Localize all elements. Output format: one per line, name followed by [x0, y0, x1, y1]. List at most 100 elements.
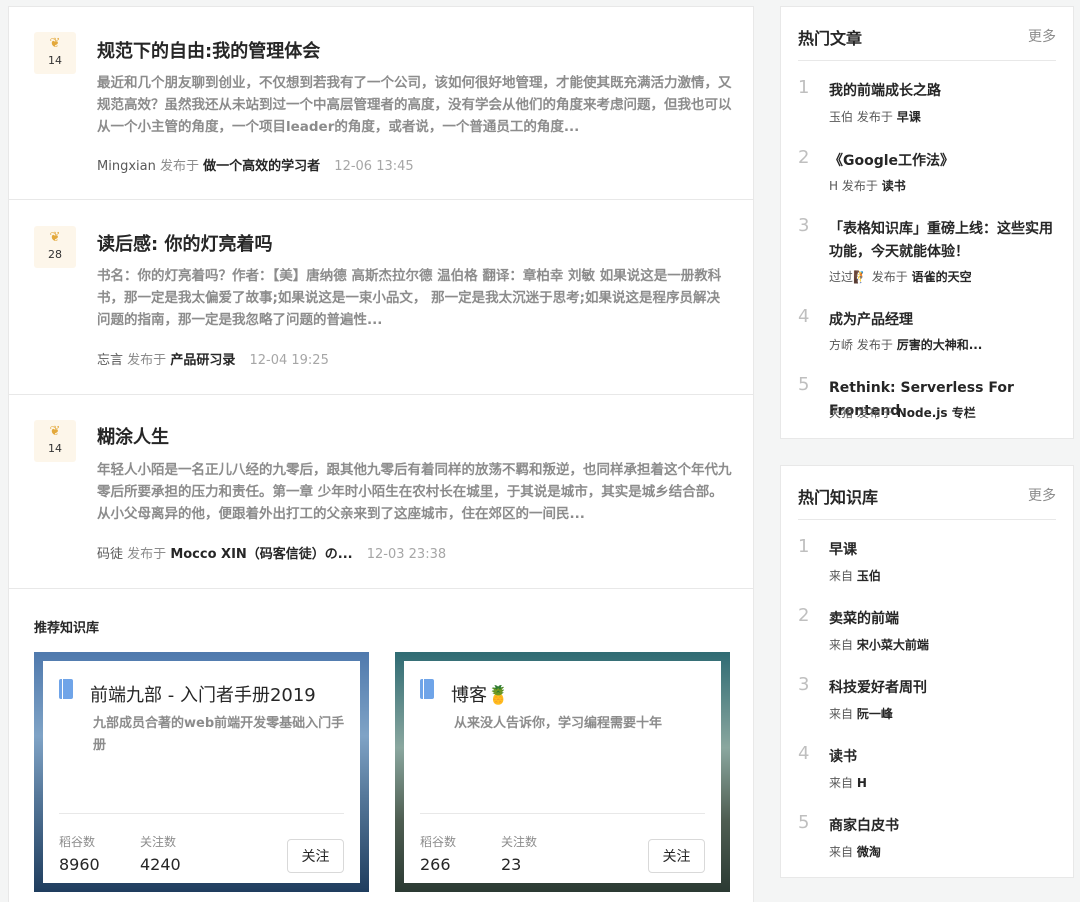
article-meta: 码徒 发布于 Mocco XIN（码客信徒）の... 12-03 23:38	[97, 543, 446, 562]
divider	[420, 813, 705, 814]
follow-button[interactable]: 关注	[287, 839, 344, 873]
article-time: 12-04 19:25	[249, 353, 329, 368]
like-button[interactable]: ❦ 14	[34, 32, 76, 74]
item-via: 来自	[829, 845, 854, 859]
wheat-icon: ❦	[49, 424, 61, 439]
item-source[interactable]: 玉伯	[857, 569, 881, 583]
rank-number: 1	[798, 77, 810, 98]
item-via: 来自	[829, 569, 854, 583]
published-in-label: 发布于	[159, 159, 199, 174]
item-source[interactable]: 早课	[897, 110, 921, 124]
item-author[interactable]: 天猪	[829, 406, 853, 420]
article-feed: ❦ 14 规范下的自由:我的管理体会 最近和几个朋友聊到创业，不仅想到若我有了一…	[8, 6, 754, 902]
knowledge-card[interactable]: 前端九部 - 入门者手册2019 九部成员合著的web前端开发零基础入门手册 稻…	[34, 652, 369, 892]
article-summary: 最近和几个朋友聊到创业，不仅想到若我有了一个公司，该如何很好地管理，才能使其既充…	[97, 75, 732, 135]
item-source[interactable]: 读书	[882, 179, 906, 193]
item-meta: 方峤 发布于 厉害的大神和...	[829, 336, 982, 353]
hot-articles-panel: 热门文章 更多 1 我的前端成长之路 玉伯 发布于 早课 2 《Google工作…	[780, 6, 1074, 439]
recommend-heading: 推荐知识库	[34, 621, 100, 636]
item-title[interactable]: 《Google工作法》	[829, 150, 1059, 173]
item-via: 来自	[829, 707, 854, 721]
article-title[interactable]: 读后感: 你的灯亮着吗	[97, 230, 272, 256]
item-author[interactable]: H	[829, 179, 838, 193]
card-body: 博客🍍 从来没人告诉你，学习编程需要十年 稻谷数 266 关注数 23 关注	[404, 661, 721, 883]
item-title[interactable]: 科技爱好者周刊	[829, 677, 1059, 700]
rice-count-label: 稻谷数	[420, 835, 457, 849]
item-source[interactable]: Node.js 专栏	[897, 406, 976, 420]
article-title[interactable]: 规范下的自由:我的管理体会	[97, 37, 320, 63]
follower-count-label: 关注数	[501, 835, 538, 849]
item-title[interactable]: 成为产品经理	[829, 309, 1059, 332]
card-title[interactable]: 前端九部 - 入门者手册2019	[90, 681, 316, 707]
like-count: 14	[48, 442, 62, 455]
item-title[interactable]: 我的前端成长之路	[829, 80, 1059, 103]
hot-books-panel: 热门知识库 更多 1 早课 来自 玉伯 2 卖菜的前端 来自 宋小菜大前端 3 …	[780, 465, 1074, 878]
like-button[interactable]: ❦ 14	[34, 420, 76, 462]
article-book[interactable]: 做一个高效的学习者	[203, 159, 320, 174]
item-source[interactable]: 阮一峰	[857, 707, 893, 721]
knowledge-card[interactable]: 博客🍍 从来没人告诉你，学习编程需要十年 稻谷数 266 关注数 23 关注	[395, 652, 730, 892]
article-summary: 书名：你的灯亮着吗？作者：【美】唐纳德 高斯杰拉尔德 温伯格 翻译：章柏幸 刘敏…	[97, 268, 722, 328]
item-title[interactable]: 读书	[829, 746, 1059, 769]
article-book[interactable]: 产品研习录	[170, 353, 235, 368]
item-meta: 过过🧗 发布于 语雀的天空	[829, 268, 972, 285]
article-title[interactable]: 糊涂人生	[97, 423, 169, 449]
rank-number: 5	[798, 374, 810, 395]
article-meta: 忘言 发布于 产品研习录 12-04 19:25	[97, 349, 329, 368]
article-book[interactable]: Mocco XIN（码客信徒）の...	[170, 547, 352, 562]
item-source[interactable]: 宋小菜大前端	[857, 638, 929, 652]
item-author[interactable]: 玉伯	[829, 110, 853, 124]
published-in-label: 发布于	[127, 353, 167, 368]
item-meta: H 发布于 读书	[829, 177, 906, 194]
item-author[interactable]: 方峤	[829, 338, 853, 352]
article-item: ❦ 14 规范下的自由:我的管理体会 最近和几个朋友聊到创业，不仅想到若我有了一…	[9, 7, 753, 200]
rank-number: 2	[798, 147, 810, 168]
article-summary: 年轻人小陌是一名正儿八经的九零后，跟其他九零后有着同样的放荡不羁和叛逆，也同样承…	[97, 462, 732, 522]
item-meta: 来自 阮一峰	[829, 705, 893, 722]
article-meta: Mingxian 发布于 做一个高效的学习者 12-06 13:45	[97, 155, 414, 174]
item-meta: 来自 微淘	[829, 843, 881, 860]
card-title[interactable]: 博客🍍	[451, 681, 509, 707]
item-via: 发布于	[856, 110, 893, 124]
follow-button[interactable]: 关注	[648, 839, 705, 873]
published-in-label: 发布于	[127, 547, 167, 562]
item-source[interactable]: 厉害的大神和...	[897, 338, 983, 352]
article-author[interactable]: 码徒	[97, 547, 123, 562]
follower-count-value: 23	[501, 855, 522, 874]
item-meta: 玉伯 发布于 早课	[829, 108, 921, 125]
article-time: 12-06 13:45	[334, 159, 414, 174]
item-meta: 来自 H	[829, 774, 867, 791]
item-via: 来自	[829, 638, 854, 652]
book-icon	[420, 679, 434, 699]
article-item: ❦ 14 糊涂人生 年轻人小陌是一名正儿八经的九零后，跟其他九零后有着同样的放荡…	[9, 395, 753, 589]
article-author[interactable]: 忘言	[97, 353, 123, 368]
wheat-icon: ❦	[49, 230, 61, 245]
item-via: 发布于	[856, 338, 893, 352]
rank-number: 2	[798, 605, 810, 626]
item-title[interactable]: 商家白皮书	[829, 815, 1059, 838]
follower-count-value: 4240	[140, 855, 181, 874]
like-button[interactable]: ❦ 28	[34, 226, 76, 268]
article-author[interactable]: Mingxian	[97, 159, 156, 174]
item-title[interactable]: 卖菜的前端	[829, 608, 1059, 631]
item-source[interactable]: H	[857, 776, 867, 790]
item-via: 发布于	[871, 270, 908, 284]
item-source[interactable]: 语雀的天空	[912, 270, 972, 284]
card-description: 从来没人告诉你，学习编程需要十年	[454, 716, 663, 731]
panel-header: 热门文章 更多	[798, 7, 1056, 61]
item-author[interactable]: 过过🧗	[829, 270, 868, 284]
item-via: 发布于	[841, 179, 878, 193]
rank-number: 4	[798, 306, 810, 327]
item-title[interactable]: 早课	[829, 539, 1059, 562]
item-meta: 天猪 发布于 Node.js 专栏	[829, 404, 976, 421]
article-time: 12-03 23:38	[366, 547, 447, 562]
more-link[interactable]: 更多	[1028, 485, 1056, 505]
item-source[interactable]: 微淘	[857, 845, 881, 859]
item-title[interactable]: 「表格知识库」重磅上线：这些实用功能，今天就能体验！	[829, 218, 1059, 264]
item-via: 来自	[829, 776, 854, 790]
more-link[interactable]: 更多	[1028, 26, 1056, 46]
rice-count-value: 8960	[59, 855, 100, 874]
card-body: 前端九部 - 入门者手册2019 九部成员合著的web前端开发零基础入门手册 稻…	[43, 661, 360, 883]
rice-count-label: 稻谷数	[59, 835, 96, 849]
article-item: ❦ 28 读后感: 你的灯亮着吗 书名：你的灯亮着吗？作者：【美】唐纳德 高斯杰…	[9, 200, 753, 395]
